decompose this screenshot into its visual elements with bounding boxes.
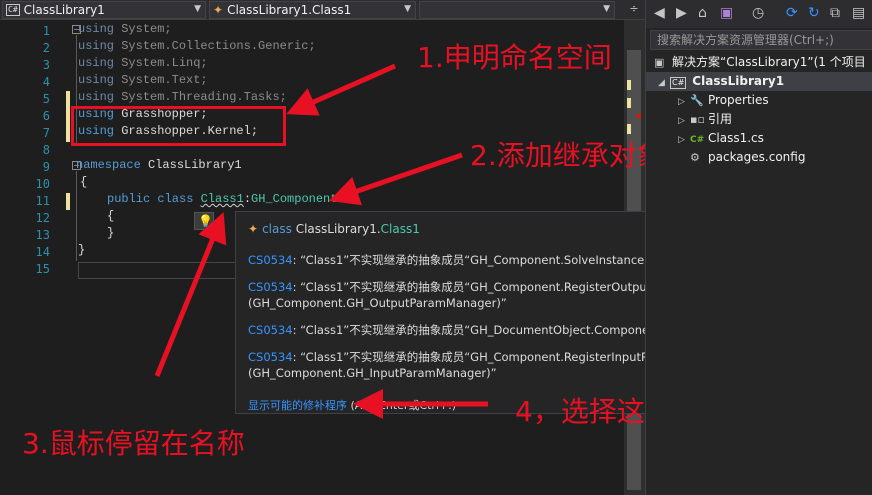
collapse-all-icon[interactable]: ⧉	[830, 5, 840, 21]
tree-item-label: packages.config	[708, 150, 806, 164]
forward-icon[interactable]: ▶	[676, 5, 687, 21]
wrench-icon: 🔧	[690, 94, 704, 107]
switch-views-icon[interactable]: ▣	[720, 5, 733, 21]
show-all-files-icon[interactable]: ▤	[852, 5, 865, 21]
config-file-icon: ⚙	[690, 151, 700, 164]
tree-item-references[interactable]: ▷ ▪▫ 引用	[678, 110, 732, 129]
tree-item-label: 引用	[708, 112, 733, 126]
solution-explorer: ◀ ▶ ⌂ ▣ ◷ ⟳ ↻ ⧉ ▤ 搜索解决方案资源管理器(Ctrl+;) ▣ 解…	[645, 0, 872, 495]
tree-item-packages-config[interactable]: ⚙ packages.config	[678, 148, 805, 167]
solution-node[interactable]: ▣ 解决方案“ClassLibrary1”(1 个项目	[654, 53, 866, 72]
back-icon[interactable]: ◀	[654, 5, 665, 21]
project-node[interactable]: ◢ C# ClassLibrary1	[646, 72, 872, 91]
references-icon: ▪▫	[690, 113, 705, 126]
solution-explorer-search[interactable]: 搜索解决方案资源管理器(Ctrl+;)	[650, 30, 872, 50]
pending-changes-icon[interactable]: ◷	[752, 5, 764, 21]
tree-item-class1[interactable]: ▷ C# Class1.cs	[678, 129, 764, 148]
tree-item-label: Class1.cs	[708, 131, 764, 145]
project-label: ClassLibrary1	[692, 74, 785, 88]
csharp-project-icon: C#	[670, 77, 687, 89]
solution-icon: ▣	[654, 56, 665, 69]
solution-label: 解决方案“ClassLibrary1”(1 个项目	[672, 55, 866, 69]
refresh-icon[interactable]: ↻	[808, 5, 820, 21]
home-icon[interactable]: ⌂	[698, 5, 707, 21]
tree-item-label: Properties	[708, 93, 769, 107]
annotation-3: 3.鼠标停留在名称	[22, 427, 245, 460]
solution-explorer-toolbar: ◀ ▶ ⌂ ▣ ◷ ⟳ ↻ ⧉ ▤	[646, 0, 872, 28]
expanded-icon: ◢	[658, 78, 665, 88]
sync-icon[interactable]: ⟳	[786, 5, 798, 21]
tree-item-properties[interactable]: ▷ 🔧 Properties	[678, 91, 769, 110]
